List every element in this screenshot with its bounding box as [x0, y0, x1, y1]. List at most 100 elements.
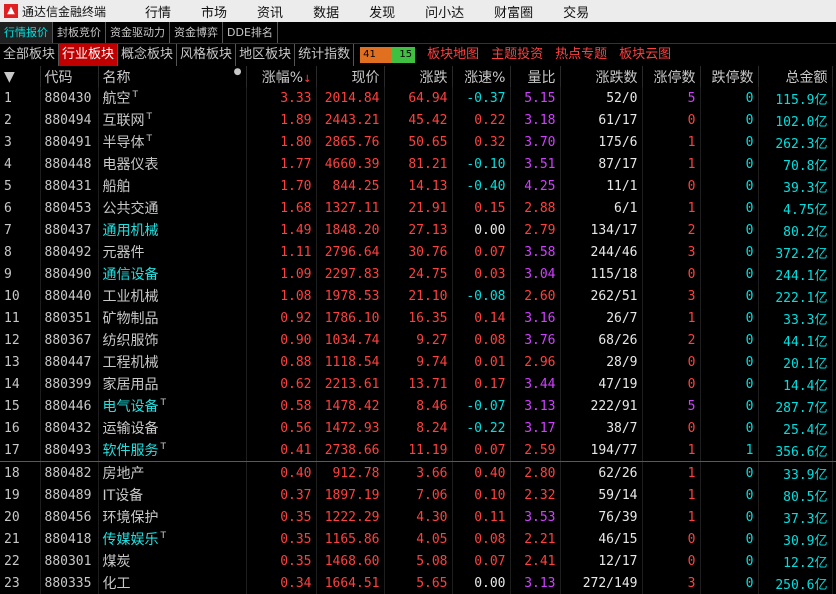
row-name-cell[interactable]: 通信设备 [98, 263, 247, 285]
link-sector-map[interactable]: 板块地图 [421, 44, 485, 66]
col-name[interactable]: 名称 ● [98, 66, 247, 87]
row-name-cell[interactable]: 传媒娱乐 T [98, 528, 247, 550]
row-name-cell[interactable]: 矿物制品 [98, 307, 247, 329]
row-pct: 1.89 [246, 109, 317, 131]
row-name-cell[interactable]: 工业机械 [98, 285, 247, 307]
table-row[interactable]: 17 880493 软件服务 T 0.41 2738.66 11.19 0.07 2.59 194… [0, 439, 836, 462]
row-name-cell[interactable]: 互联网 T [98, 109, 247, 131]
row-name-cell[interactable]: 工程机械 [98, 351, 247, 373]
tab-auction[interactable]: 封板竞价 [53, 22, 106, 43]
row-volume-ratio: 3.04 [510, 263, 561, 285]
row-name-cell[interactable]: 运输设备 [98, 417, 247, 439]
tab-region[interactable]: 地区板块 [236, 44, 296, 66]
menu-news[interactable]: 资讯 [257, 2, 283, 21]
tab-industry[interactable]: 行业板块 [59, 44, 119, 66]
col-pct[interactable]: 涨幅%↓ [246, 66, 317, 87]
table-row[interactable]: 20 880456 环境保护 0.35 1222.29 4.30 0.11 3.53 76/39… [0, 506, 836, 528]
menu-data[interactable]: 数据 [313, 2, 339, 21]
row-index: 3 [0, 131, 41, 153]
row-volume-ratio: 3.70 [510, 131, 561, 153]
table-row[interactable]: 9 880490 通信设备 1.09 2297.83 24.75 0.03 3.04 115/1… [0, 263, 836, 285]
table-row[interactable]: 22 880301 煤炭 0.35 1468.60 5.08 0.07 2.41 12/17 0 0… [0, 550, 836, 572]
row-name-cell[interactable]: 航空 T [98, 87, 247, 109]
table-row[interactable]: 19 880489 IT设备 0.37 1897.19 7.06 0.10 2.32 59/14… [0, 484, 836, 506]
link-sector-cloud[interactable]: 板块云图 [613, 44, 677, 66]
tab-fund-game[interactable]: 资金博弈 [170, 22, 223, 43]
table-row[interactable]: 3 880491 半导体 T 1.80 2865.76 50.65 0.32 3.70 175/6… [0, 131, 836, 153]
row-name: 互联网 [102, 113, 145, 129]
row-name-cell[interactable]: 化工 [98, 572, 247, 594]
table-row[interactable]: 11 880351 矿物制品 0.92 1786.10 16.35 0.14 3.16 26/7… [0, 307, 836, 329]
row-limit-up: 0 [642, 175, 701, 197]
col-speed[interactable]: 涨速% [452, 66, 511, 87]
row-code: 880448 [40, 153, 99, 175]
col-open[interactable]: 开 [832, 66, 836, 87]
menu-trade[interactable]: 交易 [563, 2, 589, 21]
row-up-down: 12/17 [560, 550, 643, 572]
table-row[interactable]: 15 880446 电气设备 T 0.58 1478.42 8.46 -0.07 3.13 222… [0, 395, 836, 417]
row-name-cell[interactable]: 房地产 [98, 461, 247, 484]
menu-ask[interactable]: 问小达 [425, 2, 464, 21]
row-amount: 12.2 [783, 555, 815, 571]
col-price[interactable]: 现价 [316, 66, 385, 87]
table-row[interactable]: 5 880431 船舶 1.70 844.25 14.13 -0.40 4.25 11/1 0 0 3… [0, 175, 836, 197]
tab-dde[interactable]: DDE排名 [223, 22, 278, 43]
row-name-cell[interactable]: 半导体 T [98, 131, 247, 153]
link-hot-topic[interactable]: 热点专题 [549, 44, 613, 66]
table-row[interactable]: 16 880432 运输设备 0.56 1472.93 8.24 -0.22 3.17 38/7… [0, 417, 836, 439]
col-limit-down[interactable]: 跌停数 [700, 66, 759, 87]
row-name-cell[interactable]: 电器仪表 [98, 153, 247, 175]
row-name-cell[interactable]: 船舶 [98, 175, 247, 197]
row-name-cell[interactable]: 元器件 [98, 241, 247, 263]
menu-discover[interactable]: 发现 [369, 2, 395, 21]
row-amount-unit: 亿 [814, 334, 828, 350]
table-row[interactable]: 2 880494 互联网 T 1.89 2443.21 45.42 0.22 3.18 61/17… [0, 109, 836, 131]
table-row[interactable]: 14 880399 家居用品 0.62 2213.61 13.71 0.17 3.44 47/1… [0, 373, 836, 395]
row-amount-unit: 亿 [814, 290, 828, 306]
col-volume-ratio[interactable]: 量比 [510, 66, 561, 87]
row-name-cell[interactable]: 煤炭 [98, 550, 247, 572]
col-change[interactable]: 涨跌 [384, 66, 453, 87]
tab-quotes[interactable]: 行情报价 [0, 22, 53, 43]
row-name-cell[interactable]: 软件服务 T [98, 439, 247, 462]
row-name-cell[interactable]: 环境保护 [98, 506, 247, 528]
tab-all-sectors[interactable]: 全部板块 [0, 44, 60, 66]
table-row[interactable]: 10 880440 工业机械 1.08 1978.53 21.10 -0.08 2.60 262… [0, 285, 836, 307]
row-name-cell[interactable]: 公共交通 [98, 197, 247, 219]
table-row[interactable]: 23 880335 化工 0.34 1664.51 5.65 0.00 3.13 272/149… [0, 572, 836, 594]
col-limit-up[interactable]: 涨停数 [642, 66, 701, 87]
row-open [832, 417, 836, 439]
row-amount-unit: 亿 [814, 422, 828, 438]
tab-fund-drive[interactable]: 资金驱动力 [106, 22, 170, 43]
col-code[interactable]: 代码 [40, 66, 99, 87]
menu-market[interactable]: 市场 [201, 2, 227, 21]
row-speed: 0.32 [452, 131, 511, 153]
tab-concept[interactable]: 概念板块 [118, 44, 178, 66]
row-name-cell[interactable]: IT设备 [98, 484, 247, 506]
table-row[interactable]: 8 880492 元器件 1.11 2796.64 30.76 0.07 3.58 244/46… [0, 241, 836, 263]
menu-quotes[interactable]: 行情 [145, 2, 171, 21]
row-open [832, 109, 836, 131]
row-name-cell[interactable]: 家居用品 [98, 373, 247, 395]
table-row[interactable]: 6 880453 公共交通 1.68 1327.11 21.91 0.15 2.88 6/1 1 0… [0, 197, 836, 219]
table-row[interactable]: 13 880447 工程机械 0.88 1118.54 9.74 0.01 2.96 28/9 0… [0, 351, 836, 373]
row-price: 912.78 [316, 461, 385, 484]
table-row[interactable]: 21 880418 传媒娱乐 T 0.35 1165.86 4.05 0.08 2.21 46/1… [0, 528, 836, 550]
row-pct: 0.62 [246, 373, 317, 395]
tab-style[interactable]: 风格板块 [177, 44, 237, 66]
row-name-cell[interactable]: 电气设备 T [98, 395, 247, 417]
row-amount: 14.4 [783, 378, 815, 394]
menu-wealth[interactable]: 财富圈 [494, 2, 533, 21]
table-row[interactable]: 1 880430 航空 T 3.33 2014.84 64.94 -0.37 5.15 52/0 5… [0, 87, 836, 109]
table-row[interactable]: 4 880448 电器仪表 1.77 4660.39 81.21 -0.10 3.51 87/1… [0, 153, 836, 175]
col-amount[interactable]: 总金额 [758, 66, 833, 87]
sort-icon[interactable]: ▼ [0, 66, 41, 87]
row-name-cell[interactable]: 通用机械 [98, 219, 247, 241]
col-up-down[interactable]: 涨跌数 [560, 66, 643, 87]
table-row[interactable]: 18 880482 房地产 0.40 912.78 3.66 0.40 2.80 62/26 1 0… [0, 461, 836, 484]
link-theme-invest[interactable]: 主题投资 [485, 44, 549, 66]
table-row[interactable]: 7 880437 通用机械 1.49 1848.20 27.13 0.00 2.79 134/1… [0, 219, 836, 241]
tab-stat-index[interactable]: 统计指数 [295, 44, 355, 66]
row-name-cell[interactable]: 纺织服饰 [98, 329, 247, 351]
table-row[interactable]: 12 880367 纺织服饰 0.90 1034.74 9.27 0.08 3.76 68/26… [0, 329, 836, 351]
